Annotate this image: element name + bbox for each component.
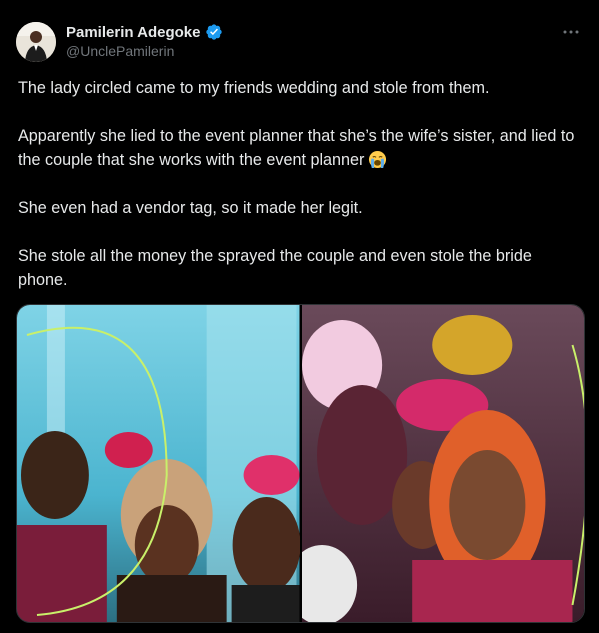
tweet-paragraph: She stole all the money the sprayed the … xyxy=(18,244,580,292)
verified-badge-icon xyxy=(205,23,223,41)
author-handle[interactable]: @UnclePamilerin xyxy=(66,43,174,59)
tweet-paragraph-text: She even had a vendor tag, so it made he… xyxy=(18,199,363,217)
tweet-paragraph: The lady circled came to my friends wedd… xyxy=(18,76,580,100)
author-name-row[interactable]: Pamilerin Adegoke xyxy=(66,22,223,42)
tweet-paragraph: She even had a vendor tag, so it made he… xyxy=(18,196,580,220)
tweet-paragraph-text: She stole all the money the sprayed the … xyxy=(18,247,532,289)
tweet-paragraph-text: The lady circled came to my friends wedd… xyxy=(18,79,490,97)
wedding-photo-right[interactable] xyxy=(301,305,584,622)
tweet-media-grid xyxy=(16,304,585,623)
tweet-paragraph-text: Apparently she lied to the event planner… xyxy=(18,127,575,169)
loudly-crying-face-emoji-icon xyxy=(368,150,387,169)
tweet-text: The lady circled came to my friends wedd… xyxy=(18,76,580,292)
more-options-icon xyxy=(563,30,579,34)
profile-avatar-icon xyxy=(16,22,56,62)
wedding-photo-left[interactable] xyxy=(17,305,300,622)
tweet-paragraph: Apparently she lied to the event planner… xyxy=(18,124,580,172)
photo-left-image xyxy=(17,305,300,622)
author-display-name[interactable]: Pamilerin Adegoke xyxy=(66,24,201,41)
more-options-button[interactable] xyxy=(561,22,581,42)
photo-right-image xyxy=(301,305,584,622)
avatar[interactable] xyxy=(16,22,56,62)
